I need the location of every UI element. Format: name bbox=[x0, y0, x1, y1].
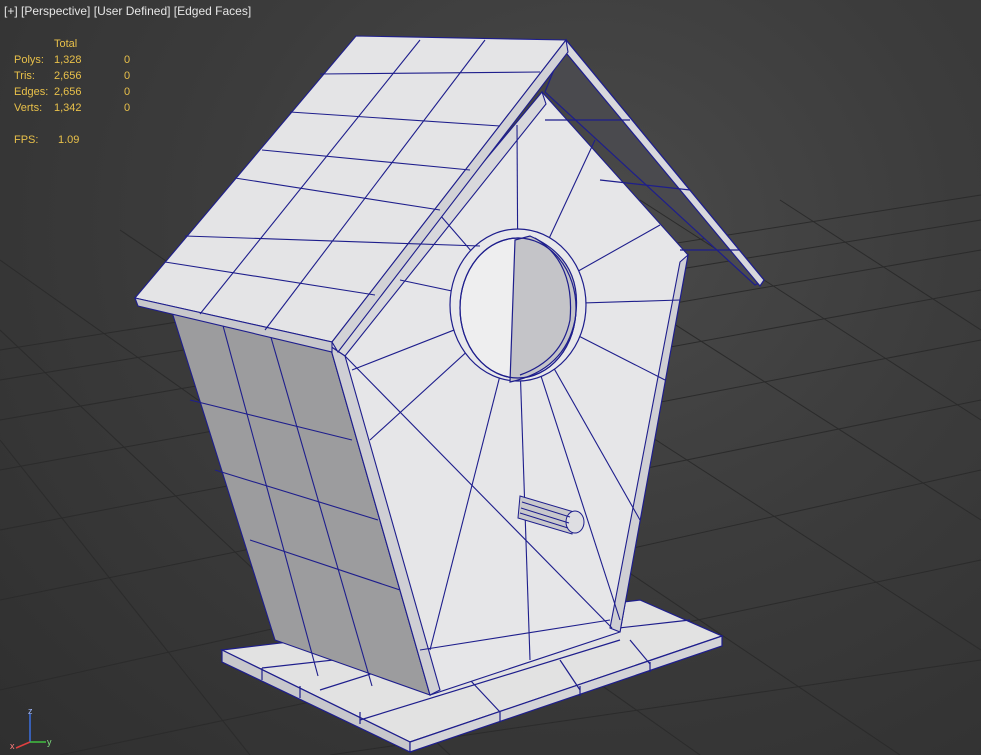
stats-selected: 0 bbox=[124, 70, 131, 82]
stats-label: Verts: bbox=[14, 102, 43, 114]
stats-header-total: Total bbox=[54, 38, 78, 50]
x-axis-line bbox=[15, 741, 31, 749]
stats-selected: 0 bbox=[124, 102, 131, 114]
z-axis-label: z bbox=[28, 706, 33, 716]
fps-value: 1.09 bbox=[58, 134, 80, 146]
stats-total: 1,328 bbox=[54, 54, 82, 66]
stats-total: 2,656 bbox=[54, 86, 82, 98]
viewport-display-menu[interactable]: [Edged Faces] bbox=[174, 4, 251, 18]
axis-gizmo: z x y bbox=[10, 706, 52, 750]
stats-label: Edges: bbox=[14, 86, 49, 98]
viewport-shading-menu[interactable]: [User Defined] bbox=[94, 4, 171, 18]
stats-label: Tris: bbox=[14, 70, 35, 82]
perspective-viewport[interactable]: [+] [Perspective] [User Defined] [Edged … bbox=[0, 0, 981, 755]
y-axis-label: y bbox=[47, 737, 52, 747]
stats-total: 1,342 bbox=[54, 102, 82, 114]
viewport-label-bar: [+] [Perspective] [User Defined] [Edged … bbox=[4, 4, 251, 18]
scene-canvas[interactable] bbox=[0, 0, 981, 755]
viewport-view-menu[interactable]: [Perspective] bbox=[21, 4, 90, 18]
stats-selected: 0 bbox=[124, 54, 131, 66]
viewport-menu-plus[interactable]: [+] bbox=[4, 4, 18, 18]
stats-selected: 0 bbox=[124, 86, 131, 98]
fps-label: FPS: bbox=[14, 134, 39, 146]
x-axis-label: x bbox=[10, 741, 15, 750]
stats-total: 2,656 bbox=[54, 70, 82, 82]
stats-label: Polys: bbox=[14, 54, 44, 66]
entrance-hole bbox=[449, 228, 587, 383]
